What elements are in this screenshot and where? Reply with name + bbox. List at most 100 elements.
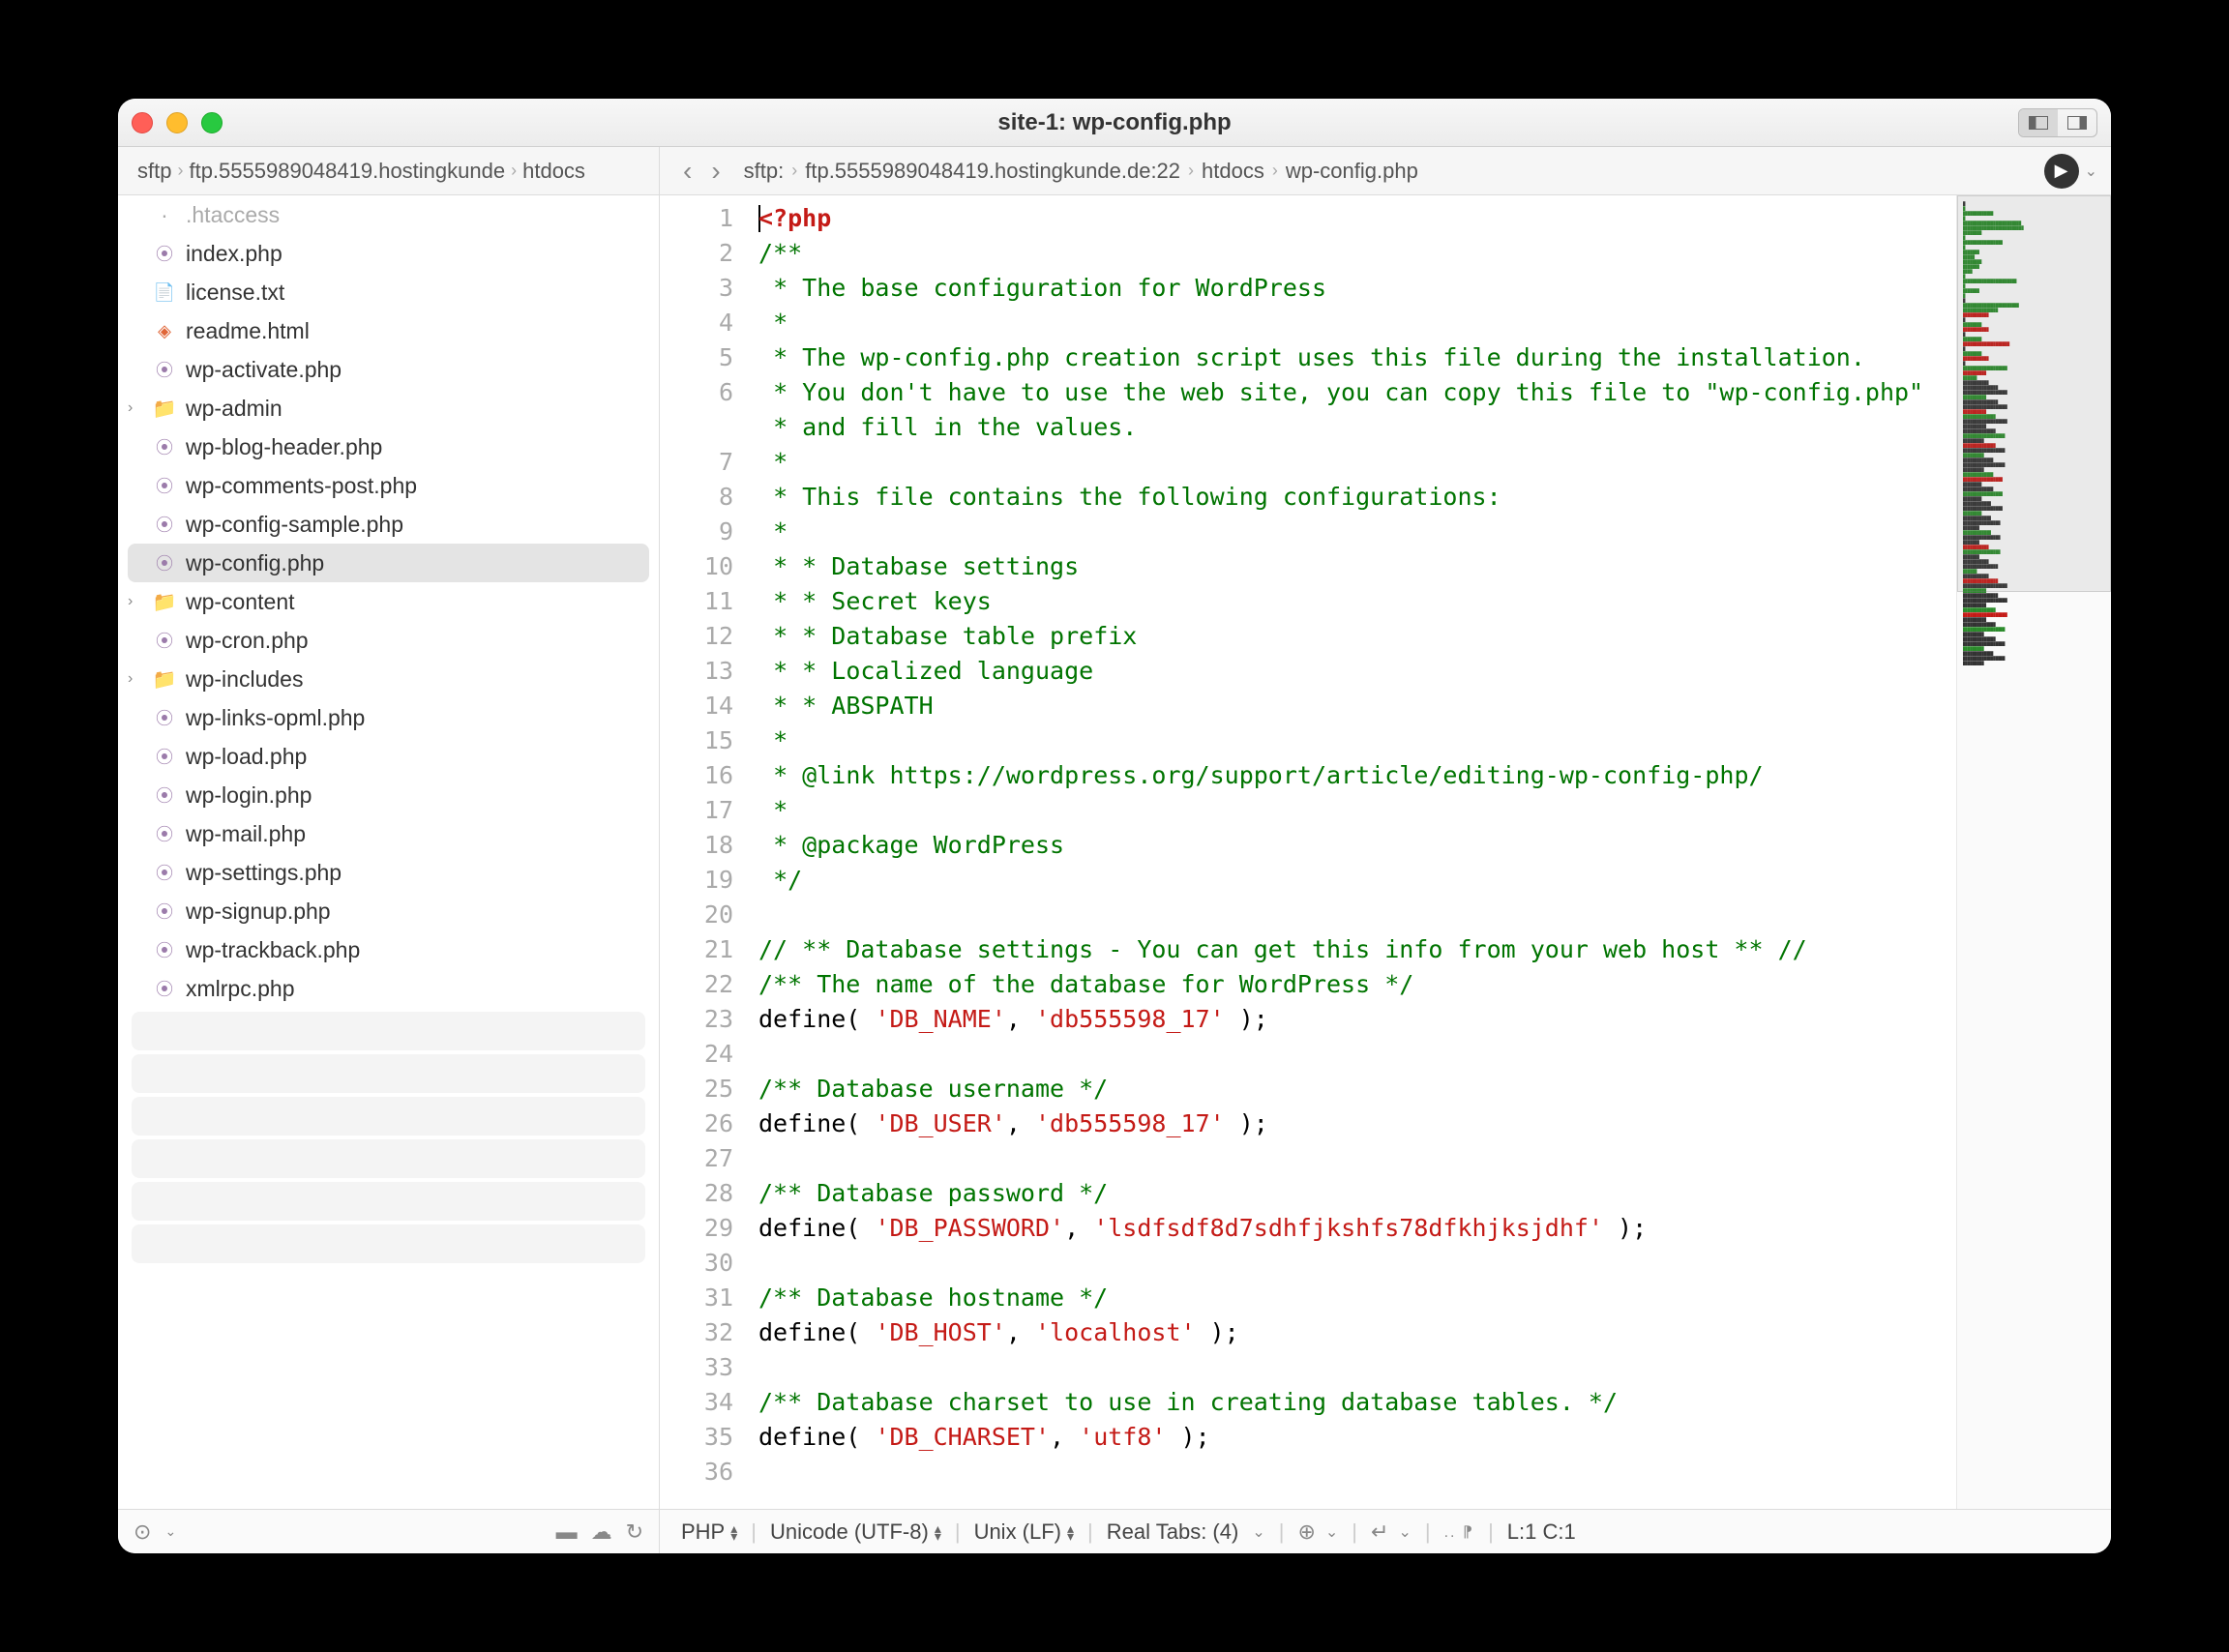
file-item[interactable]: ⦿index.php bbox=[118, 234, 659, 273]
code-line[interactable]: * You don't have to use the web site, yo… bbox=[758, 375, 1948, 410]
code-line[interactable]: * * Secret keys bbox=[758, 584, 1948, 619]
file-item[interactable]: ◈readme.html bbox=[118, 311, 659, 350]
editor-breadcrumb[interactable]: sftp: › ftp.5555989048419.hostingkunde.d… bbox=[744, 159, 2033, 184]
chevron-right-icon[interactable]: › bbox=[128, 593, 143, 610]
folder-item[interactable]: ›📁wp-content bbox=[118, 582, 659, 621]
code-line[interactable]: * bbox=[758, 515, 1948, 549]
code-line[interactable]: * * Database table prefix bbox=[758, 619, 1948, 654]
code-line[interactable]: /** Database charset to use in creating … bbox=[758, 1385, 1948, 1420]
chevron-right-icon[interactable]: › bbox=[128, 399, 143, 417]
code-line[interactable]: * * ABSPATH bbox=[758, 689, 1948, 723]
chevron-right-icon: › bbox=[511, 161, 517, 181]
minimap-viewport[interactable] bbox=[1957, 195, 2111, 592]
code-line[interactable] bbox=[758, 1037, 1948, 1072]
pane-right-toggle[interactable] bbox=[2058, 109, 2096, 136]
file-item[interactable]: ·.htaccess bbox=[118, 195, 659, 234]
cloud-icon[interactable]: ☁ bbox=[591, 1519, 612, 1545]
file-item[interactable]: ⦿wp-comments-post.php bbox=[118, 466, 659, 505]
crumb-segment[interactable]: wp-config.php bbox=[1286, 159, 1418, 184]
language-selector[interactable]: PHP ▴▾ bbox=[675, 1519, 743, 1545]
code-content[interactable]: <?php/** * The base configuration for Wo… bbox=[747, 195, 1956, 1509]
file-item[interactable]: ⦿xmlrpc.php bbox=[118, 969, 659, 1008]
code-line[interactable]: * bbox=[758, 723, 1948, 758]
code-editor[interactable]: 123456·789101112131415161718192021222324… bbox=[660, 195, 1956, 1509]
code-line[interactable]: define( 'DB_CHARSET', 'utf8' ); bbox=[758, 1420, 1948, 1455]
code-line[interactable]: define( 'DB_HOST', 'localhost' ); bbox=[758, 1315, 1948, 1350]
code-line[interactable]: /** Database username */ bbox=[758, 1072, 1948, 1106]
file-item[interactable]: ⦿wp-config-sample.php bbox=[118, 505, 659, 544]
file-item[interactable]: ⦿wp-links-opml.php bbox=[118, 698, 659, 737]
code-line[interactable] bbox=[758, 1141, 1948, 1176]
line-endings-selector[interactable]: Unix (LF) ▴▾ bbox=[968, 1519, 1080, 1545]
folder-item[interactable]: ›📁wp-includes bbox=[118, 660, 659, 698]
crumb-segment[interactable]: ftp.5555989048419.hostingkunde bbox=[189, 159, 505, 184]
crumb-segment[interactable]: htdocs bbox=[1202, 159, 1264, 184]
folder-item[interactable]: ›📁wp-admin bbox=[118, 389, 659, 428]
code-line[interactable] bbox=[758, 1246, 1948, 1281]
code-line[interactable]: /** The name of the database for WordPre… bbox=[758, 967, 1948, 1002]
code-line[interactable]: define( 'DB_NAME', 'db555598_17' ); bbox=[758, 1002, 1948, 1037]
code-line[interactable]: */ bbox=[758, 863, 1948, 898]
file-item[interactable]: ⦿wp-settings.php bbox=[118, 853, 659, 892]
code-line[interactable]: * This file contains the following confi… bbox=[758, 480, 1948, 515]
code-line[interactable]: * The wp-config.php creation script uses… bbox=[758, 340, 1948, 375]
crumb-segment[interactable]: htdocs bbox=[522, 159, 585, 184]
code-line[interactable]: /** Database hostname */ bbox=[758, 1281, 1948, 1315]
minimap[interactable]: ████████████████████████████████████████… bbox=[1956, 195, 2111, 1509]
cursor-position[interactable]: L:1 C:1 bbox=[1501, 1519, 1582, 1545]
nav-forward-button[interactable]: › bbox=[711, 156, 720, 187]
code-line[interactable] bbox=[758, 1350, 1948, 1385]
file-item[interactable]: 📄license.txt bbox=[118, 273, 659, 311]
minimize-window-button[interactable] bbox=[166, 112, 188, 133]
encoding-selector[interactable]: Unicode (UTF-8) ▴▾ bbox=[764, 1519, 947, 1545]
file-item[interactable]: ⦿wp-login.php bbox=[118, 776, 659, 814]
file-item[interactable]: ⦿wp-blog-header.php bbox=[118, 428, 659, 466]
file-item[interactable]: ⦿wp-activate.php bbox=[118, 350, 659, 389]
indent-selector[interactable]: Real Tabs: (4) ⌄ bbox=[1101, 1519, 1271, 1545]
file-item[interactable]: ⦿wp-trackback.php bbox=[118, 930, 659, 969]
code-line[interactable] bbox=[758, 898, 1948, 932]
file-item[interactable]: ⦿wp-signup.php bbox=[118, 892, 659, 930]
crumb-segment[interactable]: ftp.5555989048419.hostingkunde.de:22 bbox=[805, 159, 1180, 184]
file-item[interactable]: ⦿wp-cron.php bbox=[118, 621, 659, 660]
chevron-right-icon[interactable]: › bbox=[128, 670, 143, 688]
crumb-segment[interactable]: sftp: bbox=[744, 159, 785, 184]
file-name: wp-blog-header.php bbox=[186, 434, 382, 460]
close-window-button[interactable] bbox=[132, 112, 153, 133]
file-item[interactable]: ⦿wp-mail.php bbox=[118, 814, 659, 853]
settings-chevron[interactable]: ⌄ bbox=[164, 1523, 176, 1540]
settings-icon[interactable]: ⊙ bbox=[134, 1519, 151, 1545]
code-line[interactable]: * The base configuration for WordPress bbox=[758, 271, 1948, 306]
invisibles-button[interactable]: .. ⁋ bbox=[1439, 1522, 1481, 1542]
code-line[interactable]: define( 'DB_PASSWORD', 'lsdfsdf8d7sdhfjk… bbox=[758, 1211, 1948, 1246]
refresh-icon[interactable]: ↻ bbox=[626, 1519, 643, 1545]
pane-left-toggle[interactable] bbox=[2019, 109, 2058, 136]
chevron-right-icon: › bbox=[1188, 161, 1194, 181]
zoom-window-button[interactable] bbox=[201, 112, 223, 133]
run-button[interactable]: ▶ bbox=[2044, 154, 2079, 189]
code-line[interactable]: * @package WordPress bbox=[758, 828, 1948, 863]
code-line[interactable]: * and fill in the values. bbox=[758, 410, 1948, 445]
code-line[interactable]: <?php bbox=[758, 201, 1948, 236]
wrap-button[interactable]: ↵ ⌄ bbox=[1365, 1519, 1417, 1545]
file-browser-sidebar[interactable]: ·.htaccess⦿index.php📄license.txt◈readme.… bbox=[118, 195, 660, 1509]
sidebar-breadcrumb[interactable]: sftp › ftp.5555989048419.hostingkunde › … bbox=[118, 147, 660, 194]
code-line[interactable]: // ** Database settings - You can get th… bbox=[758, 932, 1948, 967]
code-line[interactable]: * * Database settings bbox=[758, 549, 1948, 584]
file-item[interactable]: ⦿wp-config.php bbox=[128, 544, 649, 582]
code-line[interactable]: * bbox=[758, 445, 1948, 480]
stepper-icon: ▴▾ bbox=[1067, 1524, 1074, 1540]
spell-check-button[interactable]: ⊕ ⌄ bbox=[1292, 1519, 1344, 1545]
disk-icon[interactable]: ▬ bbox=[556, 1519, 578, 1545]
code-line[interactable]: * * Localized language bbox=[758, 654, 1948, 689]
code-line[interactable]: * bbox=[758, 306, 1948, 340]
nav-back-button[interactable]: ‹ bbox=[683, 156, 692, 187]
code-line[interactable]: * bbox=[758, 793, 1948, 828]
run-dropdown[interactable]: ⌄ bbox=[2085, 162, 2097, 181]
code-line[interactable]: /** bbox=[758, 236, 1948, 271]
crumb-segment[interactable]: sftp bbox=[137, 159, 171, 184]
code-line[interactable]: /** Database password */ bbox=[758, 1176, 1948, 1211]
code-line[interactable]: * @link https://wordpress.org/support/ar… bbox=[758, 758, 1948, 793]
file-item[interactable]: ⦿wp-load.php bbox=[118, 737, 659, 776]
code-line[interactable]: define( 'DB_USER', 'db555598_17' ); bbox=[758, 1106, 1948, 1141]
